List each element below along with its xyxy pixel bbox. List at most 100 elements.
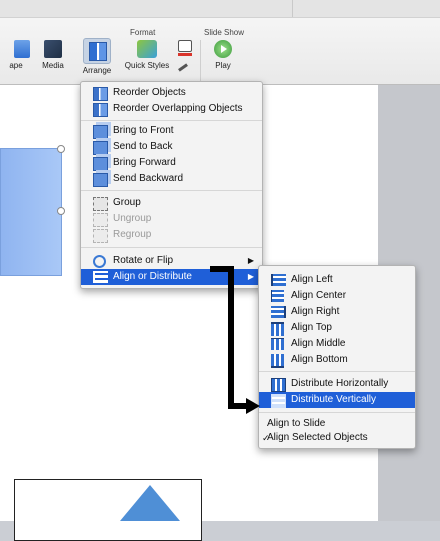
play-label: Play <box>215 61 231 70</box>
menu-item-label: Bring Forward <box>113 157 176 168</box>
menu-item-label: Align to Slide <box>267 418 326 429</box>
arrange-button[interactable]: Arrange <box>78 38 116 75</box>
menu-item-label: Align Bottom <box>291 354 348 365</box>
menu-item-rotate-or-flip[interactable]: Rotate or Flip ▶ <box>81 253 262 269</box>
align-icon <box>93 271 108 283</box>
menu-item-label: Align Selected Objects <box>267 432 368 443</box>
menu-item-distribute-vertically[interactable]: Distribute Vertically <box>259 392 415 408</box>
media-label: Media <box>42 61 64 70</box>
menu-item-label: Bring to Front <box>113 125 174 136</box>
menu-item-label: Align Middle <box>291 338 346 349</box>
menu-item-align-selected-objects[interactable]: ✓ Align Selected Objects <box>259 430 415 446</box>
menu-item-label: Align Center <box>291 290 347 301</box>
menu-item-label: Group <box>113 197 141 208</box>
menu-item-regroup: Regroup <box>81 227 262 243</box>
arrange-icon <box>89 42 107 61</box>
resize-handle[interactable] <box>57 145 65 153</box>
group-icon <box>93 197 108 211</box>
selected-rectangle-shape[interactable] <box>0 148 62 276</box>
paint-bucket-icon <box>178 40 192 52</box>
menu-item-label: Align or Distribute <box>113 271 192 282</box>
menu-divider <box>81 120 262 121</box>
send-backward-icon <box>93 173 108 187</box>
rotate-icon <box>93 255 106 268</box>
distribute-horizontally-icon <box>271 378 286 392</box>
tab-edge <box>292 0 440 17</box>
menu-item-label: Send to Back <box>113 141 173 152</box>
align-top-icon <box>271 322 284 336</box>
menu-item-align-bottom[interactable]: Align Bottom <box>259 352 415 368</box>
checkmark-icon: ✓ <box>262 433 270 443</box>
menu-item-label: Regroup <box>113 229 152 240</box>
menu-item-send-backward[interactable]: Send Backward <box>81 171 262 187</box>
callout-arrow-head-icon <box>246 398 260 414</box>
quick-styles-label: Quick Styles <box>124 61 170 70</box>
align-distribute-submenu: Align Left Align Center Align Right Alig… <box>258 265 416 449</box>
quick-styles-icon <box>137 40 157 58</box>
media-icon <box>44 40 62 58</box>
menu-item-label: Align Left <box>291 274 333 285</box>
play-triangle-icon <box>221 45 227 53</box>
menu-item-reorder-objects[interactable]: Reorder Objects <box>81 85 262 101</box>
menu-item-send-to-back[interactable]: Send to Back <box>81 139 262 155</box>
reorder-overlapping-icon <box>93 103 108 117</box>
window-top-band <box>0 0 440 18</box>
callout-arrow-segment <box>228 403 248 409</box>
shape-button[interactable]: ape <box>0 40 32 70</box>
menu-item-bring-to-front[interactable]: Bring to Front <box>81 123 262 139</box>
menu-item-reorder-overlapping-objects[interactable]: Reorder Overlapping Objects <box>81 101 262 117</box>
arrange-icon-wrap <box>83 38 111 64</box>
distribute-vertically-icon <box>271 394 286 408</box>
resize-handle[interactable] <box>57 207 65 215</box>
align-middle-icon <box>271 338 284 350</box>
bring-forward-icon <box>93 157 108 171</box>
quick-styles-button[interactable]: Quick Styles <box>120 40 174 70</box>
slide-show-group-label: Slide Show <box>204 28 245 37</box>
menu-item-label: Align Top <box>291 322 332 333</box>
menu-item-ungroup: Ungroup <box>81 211 262 227</box>
align-center-icon <box>271 290 284 302</box>
shape-fill-button[interactable] <box>178 40 192 56</box>
menu-item-align-left[interactable]: Align Left <box>259 272 415 288</box>
format-group-label: Format <box>130 28 156 37</box>
media-button[interactable]: Media <box>36 40 70 70</box>
menu-divider <box>81 247 262 248</box>
send-to-back-icon <box>93 141 108 155</box>
arrange-label: Arrange <box>82 66 112 75</box>
reorder-icon <box>93 87 108 101</box>
triangle-shape[interactable] <box>120 485 180 521</box>
menu-divider <box>259 371 415 372</box>
menu-item-align-right[interactable]: Align Right <box>259 304 415 320</box>
callout-arrow-segment <box>228 266 234 409</box>
menu-item-bring-forward[interactable]: Bring Forward <box>81 155 262 171</box>
menu-item-label: Reorder Objects <box>113 87 186 98</box>
menu-item-align-center[interactable]: Align Center <box>259 288 415 304</box>
menu-item-label: Distribute Horizontally <box>291 378 389 389</box>
menu-item-align-top[interactable]: Align Top <box>259 320 415 336</box>
menu-item-align-middle[interactable]: Align Middle <box>259 336 415 352</box>
menu-item-label: Distribute Vertically <box>291 394 377 405</box>
menu-item-align-or-distribute[interactable]: Align or Distribute ▶ <box>81 269 262 285</box>
shape-label: ape <box>9 61 23 70</box>
bring-to-front-icon <box>93 125 108 139</box>
menu-item-label: Align Right <box>291 306 340 317</box>
play-button[interactable]: Play <box>208 40 238 70</box>
ribbon: Format Slide Show ape Media Arrange Quic… <box>0 18 440 85</box>
menu-divider <box>259 412 415 413</box>
fill-color-bar <box>178 53 192 56</box>
submenu-arrow-icon: ▶ <box>247 256 254 265</box>
shape-line-button[interactable] <box>178 62 192 74</box>
menu-item-label: Send Backward <box>113 173 184 184</box>
pencil-icon <box>178 63 188 72</box>
menu-item-label: Rotate or Flip <box>113 255 174 266</box>
align-left-icon <box>271 274 286 286</box>
menu-item-label: Reorder Overlapping Objects <box>113 103 243 114</box>
menu-divider <box>81 190 262 191</box>
submenu-arrow-icon: ▶ <box>247 272 254 281</box>
regroup-icon <box>93 229 108 243</box>
arrange-menu: Reorder Objects Reorder Overlapping Obje… <box>80 81 263 289</box>
menu-item-label: Ungroup <box>113 213 152 224</box>
menu-item-distribute-horizontally[interactable]: Distribute Horizontally <box>259 376 415 392</box>
menu-item-group[interactable]: Group <box>81 195 262 211</box>
ungroup-icon <box>93 213 108 227</box>
